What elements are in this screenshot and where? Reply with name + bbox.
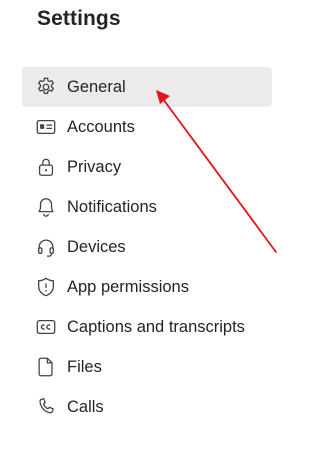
menu-item-label: App permissions — [67, 277, 189, 296]
closed-captions-icon — [35, 316, 57, 338]
menu-item-label: Accounts — [67, 117, 135, 136]
menu-item-label: Notifications — [67, 197, 157, 216]
menu-item-label: General — [67, 77, 126, 96]
menu-item-accounts[interactable]: Accounts — [22, 107, 272, 147]
menu-item-general[interactable]: General — [22, 67, 272, 107]
headset-icon — [35, 236, 57, 258]
phone-icon — [35, 396, 57, 418]
menu-item-calls[interactable]: Calls — [22, 387, 272, 427]
id-card-icon — [35, 116, 57, 138]
menu-item-notifications[interactable]: Notifications — [22, 187, 272, 227]
menu-item-label: Devices — [67, 237, 126, 256]
menu-item-devices[interactable]: Devices — [22, 227, 272, 267]
menu-item-label: Calls — [67, 397, 104, 416]
bell-icon — [35, 196, 57, 218]
menu-item-label: Captions and transcripts — [67, 317, 245, 336]
menu-item-captions-and-transcripts[interactable]: Captions and transcripts — [22, 307, 272, 347]
page-title: Settings — [37, 7, 121, 30]
menu-item-label: Privacy — [67, 157, 122, 176]
settings-menu: General Accounts Privacy Notifications D… — [22, 67, 272, 427]
menu-item-app-permissions[interactable]: App permissions — [22, 267, 272, 307]
menu-item-privacy[interactable]: Privacy — [22, 147, 272, 187]
gear-icon — [35, 76, 57, 98]
menu-item-files[interactable]: Files — [22, 347, 272, 387]
lock-icon — [35, 156, 57, 178]
menu-item-label: Files — [67, 357, 102, 376]
file-icon — [35, 356, 57, 378]
shield-icon — [35, 276, 57, 298]
settings-panel: Settings General Accounts Privacy Notifi… — [0, 0, 287, 455]
